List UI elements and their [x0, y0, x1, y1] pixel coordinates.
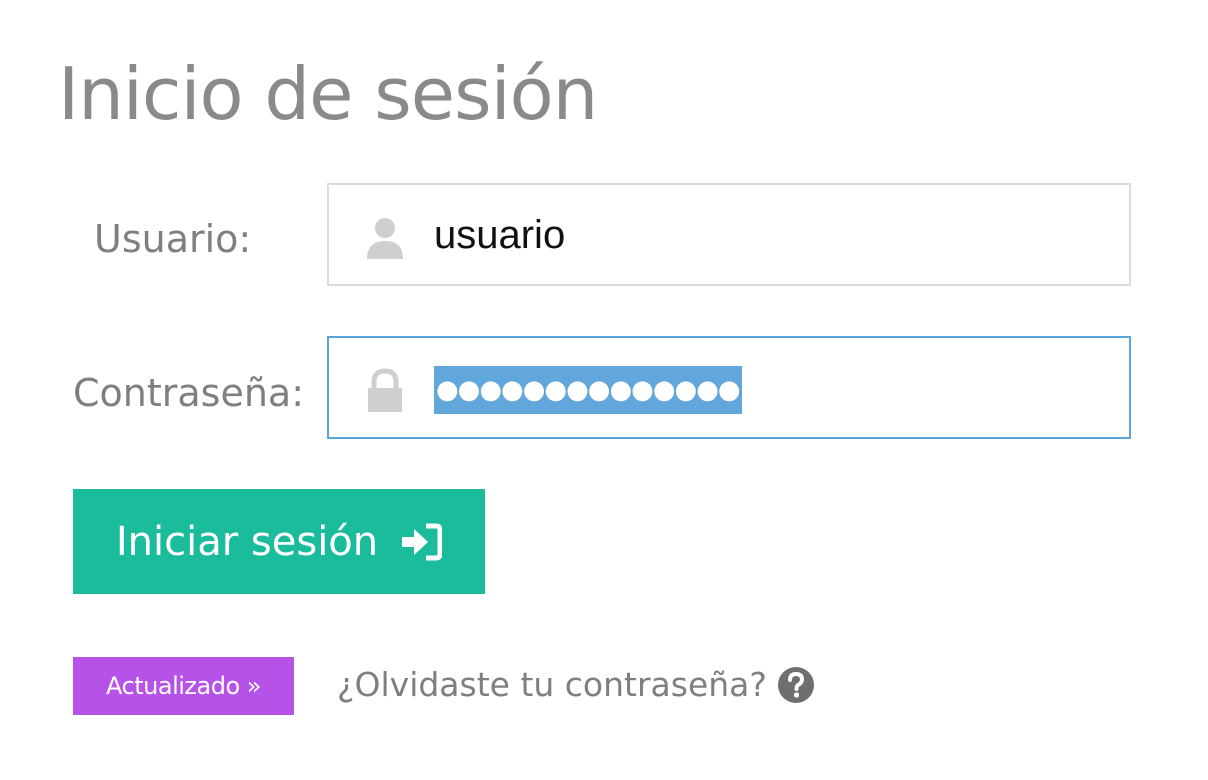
lock-icon: [368, 368, 402, 412]
username-label: Usuario:: [94, 217, 252, 261]
password-value[interactable]: ●●●●●●●●●●●●●●: [434, 366, 742, 414]
user-icon: [367, 218, 403, 259]
login-button[interactable]: Iniciar sesión: [73, 489, 485, 594]
updated-badge[interactable]: Actualizado »: [73, 657, 294, 715]
password-label: Contraseña:: [73, 371, 305, 415]
forgot-password-link[interactable]: ¿Olvidaste tu contraseña?: [337, 660, 815, 710]
password-field[interactable]: ●●●●●●●●●●●●●●: [327, 336, 1131, 439]
username-value[interactable]: usuario: [434, 209, 565, 261]
username-field[interactable]: usuario: [327, 183, 1131, 286]
page-title: Inicio de sesión: [58, 52, 598, 136]
question-circle-icon[interactable]: [777, 666, 815, 704]
forgot-password-label[interactable]: ¿Olvidaste tu contraseña?: [337, 660, 767, 710]
sign-in-icon: [402, 523, 443, 560]
login-button-label: Iniciar sesión: [115, 518, 379, 565]
